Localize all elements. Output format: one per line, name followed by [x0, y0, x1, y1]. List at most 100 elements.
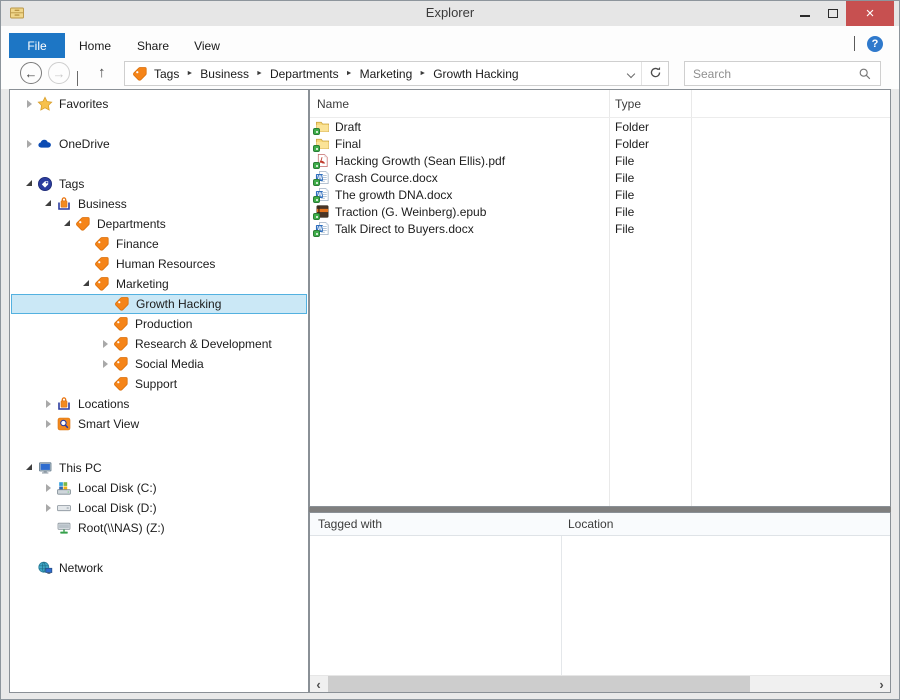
expander-collapsed-icon[interactable] [42, 484, 54, 492]
sidebar-item-label: Locations [78, 397, 129, 411]
sidebar-item-tags[interactable]: Tags [11, 174, 307, 194]
sidebar-item-this-pc[interactable]: This PC [11, 458, 307, 478]
maximize-button[interactable] [821, 1, 845, 25]
file-row-talk-direct-to-buyers-docx[interactable]: WTalk Direct to Buyers.docxFile [310, 220, 890, 237]
expander-expanded-icon[interactable] [23, 182, 35, 186]
sidebar-item-label: Support [135, 377, 177, 391]
triangle-expanded-icon [64, 220, 70, 226]
sidebar-item-label: Business [78, 197, 127, 211]
file-type: File [615, 205, 634, 219]
sidebar-item-label: Local Disk (D:) [78, 501, 157, 515]
sidebar-item-marketing[interactable]: Marketing [11, 274, 307, 294]
expander-collapsed-icon[interactable] [23, 100, 35, 108]
help-button[interactable]: ? [867, 36, 883, 52]
expander-expanded-icon[interactable] [42, 202, 54, 206]
triangle-collapsed-icon [46, 504, 55, 512]
address-bar[interactable]: Tags►Business►Departments►Marketing►Grow… [124, 61, 669, 86]
file-name: Draft [335, 120, 361, 134]
file-row-traction-g-weinberg-epub[interactable]: Traction (G. Weinberg).epubFile [310, 203, 890, 220]
file-name: The growth DNA.docx [335, 188, 452, 202]
up-button[interactable]: ↑ [98, 64, 106, 81]
sidebar-item-production[interactable]: Production [11, 314, 307, 334]
sidebar-item-label: Growth Hacking [136, 297, 221, 311]
column-header-type[interactable]: Type [615, 97, 641, 111]
tag-icon [113, 316, 130, 332]
column-header-location[interactable]: Location [568, 517, 613, 531]
breadcrumb-item-departments[interactable]: Departments [270, 67, 339, 81]
sidebar-item-business[interactable]: Business [11, 194, 307, 214]
tab-file[interactable]: File [9, 33, 65, 58]
sidebar-item-local-disk-d[interactable]: Local Disk (D:) [11, 498, 307, 518]
sidebar-item-onedrive[interactable]: OneDrive [11, 134, 307, 154]
file-type: File [615, 171, 634, 185]
sidebar-item-local-disk-c[interactable]: Local Disk (C:) [11, 478, 307, 498]
tags-logo-icon [37, 176, 54, 192]
star-icon [37, 96, 54, 112]
tagged-badge-icon [313, 128, 320, 135]
breadcrumb-item-marketing[interactable]: Marketing [360, 67, 413, 81]
breadcrumb-item-growth-hacking[interactable]: Growth Hacking [433, 67, 518, 81]
expander-collapsed-icon[interactable] [42, 400, 54, 408]
collapse-ribbon-button[interactable] [854, 37, 855, 51]
triangle-expanded-icon [26, 464, 32, 470]
address-dropdown-button[interactable] [621, 71, 641, 77]
scroll-right-button[interactable]: › [873, 676, 890, 692]
file-row-draft[interactable]: DraftFolder [310, 118, 890, 135]
history-dropdown-button[interactable] [77, 71, 78, 85]
file-row-final[interactable]: FinalFolder [310, 135, 890, 152]
tab-share[interactable]: Share [129, 33, 177, 58]
sidebar-item-label: Departments [97, 217, 166, 231]
triangle-collapsed-icon [46, 484, 55, 492]
search-input[interactable] [685, 67, 858, 81]
sidebar-item-label: Research & Development [135, 337, 272, 351]
column-header-tagged-with[interactable]: Tagged with [318, 517, 382, 531]
scrollbar-thumb[interactable] [328, 676, 750, 692]
minimize-button[interactable] [793, 1, 817, 25]
pdf-icon [315, 153, 330, 168]
column-gridline [561, 513, 562, 675]
sidebar-item-research-development[interactable]: Research & Development [11, 334, 307, 354]
sidebar-item-human-resources[interactable]: Human Resources [11, 254, 307, 274]
this-pc-icon [37, 460, 54, 476]
chevron-down-icon [77, 71, 78, 86]
tagged-badge-icon [313, 179, 320, 186]
expander-collapsed-icon[interactable] [99, 360, 111, 368]
sidebar-item-social-media[interactable]: Social Media [11, 354, 307, 374]
breadcrumb-item-business[interactable]: Business [200, 67, 249, 81]
expander-collapsed-icon[interactable] [23, 140, 35, 148]
sidebar-item-favorites[interactable]: Favorites [11, 94, 307, 114]
sidebar-item-label: Local Disk (C:) [78, 481, 157, 495]
sidebar-item-root-nas-z[interactable]: Root(\\NAS) (Z:) [11, 518, 307, 538]
tab-home[interactable]: Home [73, 33, 117, 58]
file-list-body: DraftFolderFinalFolderHacking Growth (Se… [310, 118, 890, 237]
expander-expanded-icon[interactable] [61, 222, 73, 226]
sidebar-item-smart-view[interactable]: Smart View [11, 414, 307, 434]
chevron-down-icon [627, 69, 635, 77]
tab-view[interactable]: View [185, 33, 229, 58]
expander-expanded-icon[interactable] [80, 282, 92, 286]
close-button[interactable]: × [846, 1, 894, 26]
file-row-crash-cource-docx[interactable]: WCrash Cource.docxFile [310, 169, 890, 186]
expander-expanded-icon[interactable] [23, 466, 35, 470]
scroll-left-button[interactable]: ‹ [310, 676, 327, 692]
sidebar-item-finance[interactable]: Finance [11, 234, 307, 254]
back-button[interactable]: ← [20, 62, 42, 84]
tag-icon [113, 356, 130, 372]
sidebar-item-growth-hacking[interactable]: Growth Hacking [11, 294, 307, 314]
column-header-name[interactable]: Name [317, 97, 349, 111]
sidebar-item-locations[interactable]: Locations [11, 394, 307, 414]
arrow-up-icon: ↑ [98, 64, 106, 81]
file-row-the-growth-dna-docx[interactable]: WThe growth DNA.docxFile [310, 186, 890, 203]
refresh-button[interactable] [642, 66, 668, 82]
sidebar-item-network[interactable]: Network [11, 558, 307, 578]
expander-collapsed-icon[interactable] [42, 504, 54, 512]
breadcrumb-separator-icon: ► [186, 70, 193, 77]
expander-collapsed-icon[interactable] [99, 340, 111, 348]
sidebar-item-label: This PC [59, 461, 102, 475]
breadcrumb-item-tags[interactable]: Tags [154, 67, 179, 81]
file-row-hacking-growth-sean-ellis-pdf[interactable]: Hacking Growth (Sean Ellis).pdfFile [310, 152, 890, 169]
expander-collapsed-icon[interactable] [42, 420, 54, 428]
sidebar-item-support[interactable]: Support [11, 374, 307, 394]
sidebar-item-departments[interactable]: Departments [11, 214, 307, 234]
folder-icon [315, 119, 330, 134]
